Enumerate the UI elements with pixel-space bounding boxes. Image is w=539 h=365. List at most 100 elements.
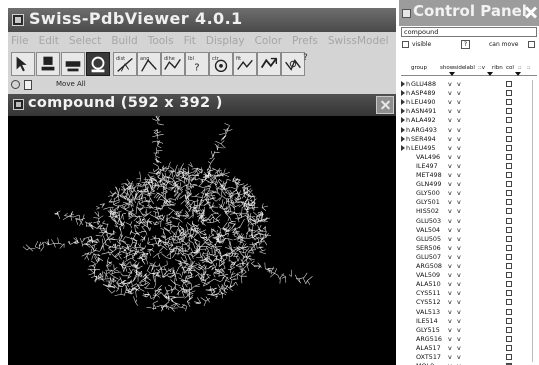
side-toggle[interactable]: v: [457, 335, 461, 343]
residue-name[interactable]: ILE514: [416, 317, 438, 325]
rotate-tool-button[interactable]: [86, 52, 110, 76]
graphic-window-titlebar[interactable]: compound (592 x 392 ): [8, 94, 396, 116]
menu-prefs[interactable]: Prefs: [292, 34, 318, 48]
side-toggle[interactable]: v: [457, 226, 461, 234]
color-checkbox[interactable]: [506, 354, 512, 360]
show-toggle[interactable]: v: [448, 353, 452, 361]
compound-selector[interactable]: compound: [401, 27, 537, 37]
residue-row[interactable]: SER506 v v: [401, 244, 537, 253]
side-toggle[interactable]: v: [457, 207, 461, 215]
residue-row[interactable]: GLU507 v v: [401, 253, 537, 262]
show-toggle[interactable]: v: [448, 171, 452, 179]
side-toggle[interactable]: v: [457, 189, 461, 197]
show-toggle[interactable]: v: [448, 89, 452, 97]
color-checkbox[interactable]: [506, 172, 512, 178]
residue-name[interactable]: ARG516: [416, 335, 442, 343]
show-toggle[interactable]: v: [448, 162, 452, 170]
residue-row[interactable]: VAL513 v v: [401, 308, 537, 317]
center-atom-tool-button[interactable]: ctr: [209, 52, 233, 76]
show-toggle[interactable]: v: [448, 217, 452, 225]
color-checkbox[interactable]: [506, 335, 512, 342]
color-checkbox[interactable]: [506, 90, 512, 97]
residue-name[interactable]: h: [406, 98, 410, 106]
color-checkbox[interactable]: [506, 99, 512, 106]
residue-name[interactable]: ALA510: [416, 280, 441, 288]
color-checkbox[interactable]: [506, 299, 512, 306]
color-checkbox[interactable]: [506, 135, 512, 142]
show-toggle[interactable]: v: [448, 271, 452, 279]
residue-name[interactable]: h: [406, 126, 410, 134]
color-checkbox[interactable]: [506, 144, 512, 151]
show-toggle[interactable]: v: [448, 289, 452, 297]
residue-row[interactable]: h SER494 v v: [401, 135, 537, 144]
show-toggle[interactable]: v: [448, 116, 452, 124]
color-checkbox[interactable]: [506, 290, 512, 297]
show-toggle[interactable]: v: [448, 207, 452, 215]
translate-tool-button[interactable]: [36, 52, 60, 76]
show-toggle[interactable]: v: [448, 153, 452, 161]
residue-row[interactable]: GLY501 v v: [401, 198, 537, 207]
header-col[interactable]: col: [506, 65, 514, 71]
side-toggle[interactable]: v: [457, 144, 461, 152]
menu-edit[interactable]: Edit: [39, 34, 59, 48]
header-extra1[interactable]: ::: [518, 65, 522, 71]
show-toggle[interactable]: v: [448, 308, 452, 316]
header-extra2[interactable]: ::: [527, 65, 531, 71]
menu-select[interactable]: Select: [69, 34, 101, 48]
side-toggle[interactable]: v: [457, 126, 461, 134]
residue-name[interactable]: CYS512: [416, 298, 441, 306]
residue-name[interactable]: GLU503: [416, 217, 441, 225]
residue-row[interactable]: ARG516 v v: [401, 335, 537, 344]
residue-name[interactable]: h: [406, 144, 410, 152]
zoom-tool-button[interactable]: [61, 52, 85, 76]
residue-row[interactable]: ALA510 v v: [401, 280, 537, 289]
residue-row[interactable]: GLU503 v v: [401, 217, 537, 226]
residue-row[interactable]: h GLU488 v v: [401, 80, 537, 89]
angle-tool-button[interactable]: ang: [137, 52, 161, 76]
residue-name[interactable]: HIS502: [416, 207, 439, 215]
show-toggle[interactable]: v: [448, 344, 452, 352]
residue-row[interactable]: h ALA492 v v: [401, 116, 537, 125]
residue-name[interactable]: GLN499: [416, 180, 442, 188]
residue-name[interactable]: GLU505: [416, 235, 441, 243]
color-checkbox[interactable]: [506, 253, 512, 260]
color-checkbox[interactable]: [506, 153, 512, 160]
color-checkbox[interactable]: [506, 235, 512, 242]
color-checkbox[interactable]: [506, 117, 512, 124]
residue-row[interactable]: VAL504 v v: [401, 226, 537, 235]
help-button[interactable]: ?: [461, 40, 470, 49]
residue-name[interactable]: GLU507: [416, 253, 441, 261]
show-toggle[interactable]: v: [448, 253, 452, 261]
color-checkbox[interactable]: [506, 208, 512, 215]
residue-row[interactable]: HIS502 v v: [401, 207, 537, 216]
residue-row[interactable]: h LEU490 v v: [401, 98, 537, 107]
control-panel-titlebar[interactable]: Control Panel: [399, 0, 539, 26]
header-group[interactable]: group: [411, 65, 427, 71]
residue-name[interactable]: GLU488: [411, 80, 436, 88]
residue-row[interactable]: GLN499 v v: [401, 180, 537, 189]
side-toggle[interactable]: v: [457, 280, 461, 288]
residue-row[interactable]: CYS512 v v: [401, 298, 537, 307]
molecule-viewport[interactable]: [8, 116, 396, 365]
fit-tool-button[interactable]: fit: [233, 52, 257, 76]
mutate-tool-button[interactable]: [257, 52, 281, 76]
side-toggle[interactable]: v: [457, 153, 461, 161]
side-toggle[interactable]: v: [457, 235, 461, 243]
residue-name[interactable]: LEU495: [411, 144, 435, 152]
residue-name[interactable]: GLY500: [416, 189, 440, 197]
label-tool-button[interactable]: lbl ?: [185, 52, 209, 76]
residue-row[interactable]: MET498 v v: [401, 171, 537, 180]
menu-swissmodel[interactable]: SwissModel: [328, 34, 389, 48]
residue-row[interactable]: ILE497 v v: [401, 162, 537, 171]
color-checkbox[interactable]: [506, 199, 512, 206]
show-toggle[interactable]: v: [448, 180, 452, 188]
close-icon[interactable]: [524, 3, 538, 21]
color-checkbox[interactable]: [506, 226, 512, 233]
show-toggle[interactable]: v: [448, 235, 452, 243]
color-checkbox[interactable]: [506, 217, 512, 224]
residue-row[interactable]: CYS511 v v: [401, 289, 537, 298]
show-toggle[interactable]: v: [448, 98, 452, 106]
header-labl[interactable]: labl: [465, 65, 475, 71]
show-toggle[interactable]: v: [448, 126, 452, 134]
menu-tools[interactable]: Tools: [148, 34, 174, 48]
